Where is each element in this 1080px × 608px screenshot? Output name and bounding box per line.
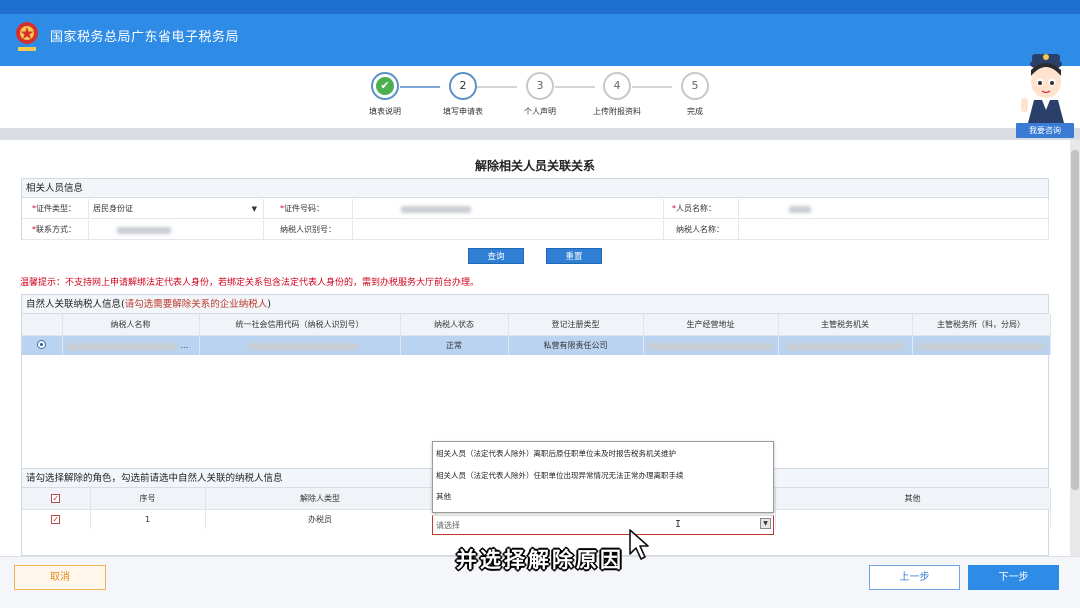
dropdown-arrow-icon: ▼ xyxy=(251,205,257,213)
step-circle: ✔ xyxy=(371,72,399,100)
column-header: 统一社会信用代码（纳税人识别号） xyxy=(199,314,401,336)
section-title: 自然人关联纳税人信息(请勾选需要解除关系的企业纳税人) xyxy=(22,295,1048,314)
video-subtitle: 并选择解除原因 xyxy=(456,548,624,572)
id-type-select[interactable]: 居民身份证 ▼ xyxy=(88,199,264,219)
reason-dropdown-list: 相关人员（法定代表人除外）离职后原任职单位未及时报告税务机关维护 相关人员（法定… xyxy=(432,441,774,513)
role-cell: 办税员 xyxy=(205,509,436,529)
step-4: 4 上传附报资料 xyxy=(577,72,657,117)
seq-cell: 1 xyxy=(90,509,206,529)
reason-option[interactable]: 相关人员（法定代表人除外）任职单位出现异常情况无法正常办理离职手续 xyxy=(436,470,684,481)
taxpayer-id-label: 纳税人识别号： xyxy=(280,225,336,234)
select-all-checkbox[interactable]: ✓ xyxy=(22,488,91,510)
column-header: 其他 xyxy=(775,488,1051,510)
redacted-text xyxy=(647,342,773,350)
step-3: 3 个人声明 xyxy=(500,72,580,117)
mouse-pointer-icon xyxy=(629,529,649,560)
status-cell: 正常 xyxy=(400,335,509,355)
contact-label: *联系方式： xyxy=(32,225,76,234)
taxpayer-id-field[interactable] xyxy=(352,220,664,240)
id-type-label: *证件类型： xyxy=(32,204,76,213)
step-circle: 4 xyxy=(603,72,631,100)
other-cell xyxy=(775,509,1051,529)
redacted-text xyxy=(916,342,1045,350)
column-header: 主管税务所（科，分局） xyxy=(912,314,1051,336)
step-5: 5 完成 xyxy=(655,72,735,117)
step-label: 填表说明 xyxy=(369,107,401,116)
step-label: 个人声明 xyxy=(524,107,556,116)
redacted-text xyxy=(117,227,171,234)
person-name-label: *人员名称： xyxy=(672,204,716,213)
tax-authority-cell xyxy=(778,335,913,355)
checkbox-checked-icon[interactable]: ✓ xyxy=(51,514,61,524)
step-progress: ✔ 填表说明 2 填写申请表 3 个人声明 4 上传附报资料 5 完成 xyxy=(0,66,1080,128)
radio-selected-icon[interactable] xyxy=(37,339,47,349)
redacted-text xyxy=(401,206,471,213)
page-title: 解除相关人员关联关系 xyxy=(474,159,595,173)
reason-option[interactable]: 其他 xyxy=(436,491,451,502)
reason-option[interactable]: 相关人员（法定代表人除外）离职后原任职单位未及时报告税务机关维护 xyxy=(436,448,676,459)
step-1: ✔ 填表说明 xyxy=(345,72,425,117)
column-header: 主管税务机关 xyxy=(778,314,913,336)
scrollbar-thumb[interactable] xyxy=(1071,150,1079,490)
form-row: *证件类型： 居民身份证 ▼ *证件号码： *人员名称： xyxy=(22,199,1049,219)
reason-placeholder: 请选择 xyxy=(436,521,460,530)
id-number-label: *证件号码： xyxy=(280,204,324,213)
dropdown-arrow-icon[interactable]: ▼ xyxy=(760,518,771,529)
table-row[interactable]: ... 正常 私营有限责任公司 xyxy=(22,335,1051,355)
tax-office-cell xyxy=(912,335,1051,355)
redacted-text xyxy=(786,342,905,350)
table-header-row: 纳税人名称 统一社会信用代码（纳税人识别号） 纳税人状态 登记注册类型 生产经营… xyxy=(22,314,1051,336)
taxpayer-name-label: 纳税人名称： xyxy=(676,225,724,234)
redacted-text xyxy=(66,342,177,350)
step-circle: 5 xyxy=(681,72,709,100)
row-checkbox[interactable]: ✓ xyxy=(22,509,91,529)
form-row: *联系方式： 纳税人识别号： 纳税人名称： xyxy=(22,220,1049,240)
reg-type-cell: 私营有限责任公司 xyxy=(508,335,644,355)
reason-select[interactable]: 请选择 ▼ xyxy=(432,515,774,535)
taxpayer-name-field[interactable] xyxy=(738,220,1049,240)
step-circle: 3 xyxy=(526,72,554,100)
contact-field[interactable] xyxy=(88,220,264,240)
step-label: 完成 xyxy=(687,107,703,116)
query-button[interactable]: 查询 xyxy=(468,248,524,264)
reset-button[interactable]: 重置 xyxy=(546,248,602,264)
top-strip xyxy=(0,0,1080,14)
column-header xyxy=(22,314,63,336)
redacted-text xyxy=(789,206,811,213)
column-header: 纳税人状态 xyxy=(400,314,509,336)
id-number-field[interactable] xyxy=(352,199,664,219)
taxpayer-table: 纳税人名称 统一社会信用代码（纳税人识别号） 纳税人状态 登记注册类型 生产经营… xyxy=(22,314,1051,355)
column-header: 登记注册类型 xyxy=(508,314,644,336)
text-cursor-icon: I xyxy=(675,519,682,530)
id-type-value: 居民身份证 xyxy=(93,204,133,213)
site-header: 国家税务总局广东省电子税务局 xyxy=(0,14,1080,66)
credit-code-cell xyxy=(199,335,401,355)
section-title: 相关人员信息 xyxy=(22,179,1048,198)
step-label: 填写申请表 xyxy=(443,107,483,116)
person-info-section: 相关人员信息 *证件类型： 居民身份证 ▼ *证件号码： *人员名称： *联系方… xyxy=(21,178,1049,240)
column-header: 序号 xyxy=(90,488,206,510)
row-radio[interactable] xyxy=(22,335,63,355)
consult-button[interactable]: 我要咨询 xyxy=(1016,123,1074,138)
step-label: 上传附报资料 xyxy=(593,107,641,116)
column-header: 生产经营地址 xyxy=(643,314,779,336)
site-title: 国家税务总局广东省电子税务局 xyxy=(50,30,240,45)
taxpayer-name-cell: ... xyxy=(62,335,200,355)
tax-emblem-icon xyxy=(16,22,38,51)
warning-text: 温馨提示：不支持网上申请解绑法定代表人身份，若绑定关系包含法定代表人身份的，需到… xyxy=(20,278,480,288)
step-circle: 2 xyxy=(449,72,477,100)
redacted-text xyxy=(247,342,358,350)
address-cell xyxy=(643,335,779,355)
step-2: 2 填写申请表 xyxy=(423,72,503,117)
checkbox-checked-icon[interactable]: ✓ xyxy=(51,493,61,503)
check-icon: ✔ xyxy=(376,77,394,95)
column-header: 纳税人名称 xyxy=(62,314,200,336)
column-header: 解除人类型 xyxy=(205,488,436,510)
person-name-field[interactable] xyxy=(738,199,1049,219)
